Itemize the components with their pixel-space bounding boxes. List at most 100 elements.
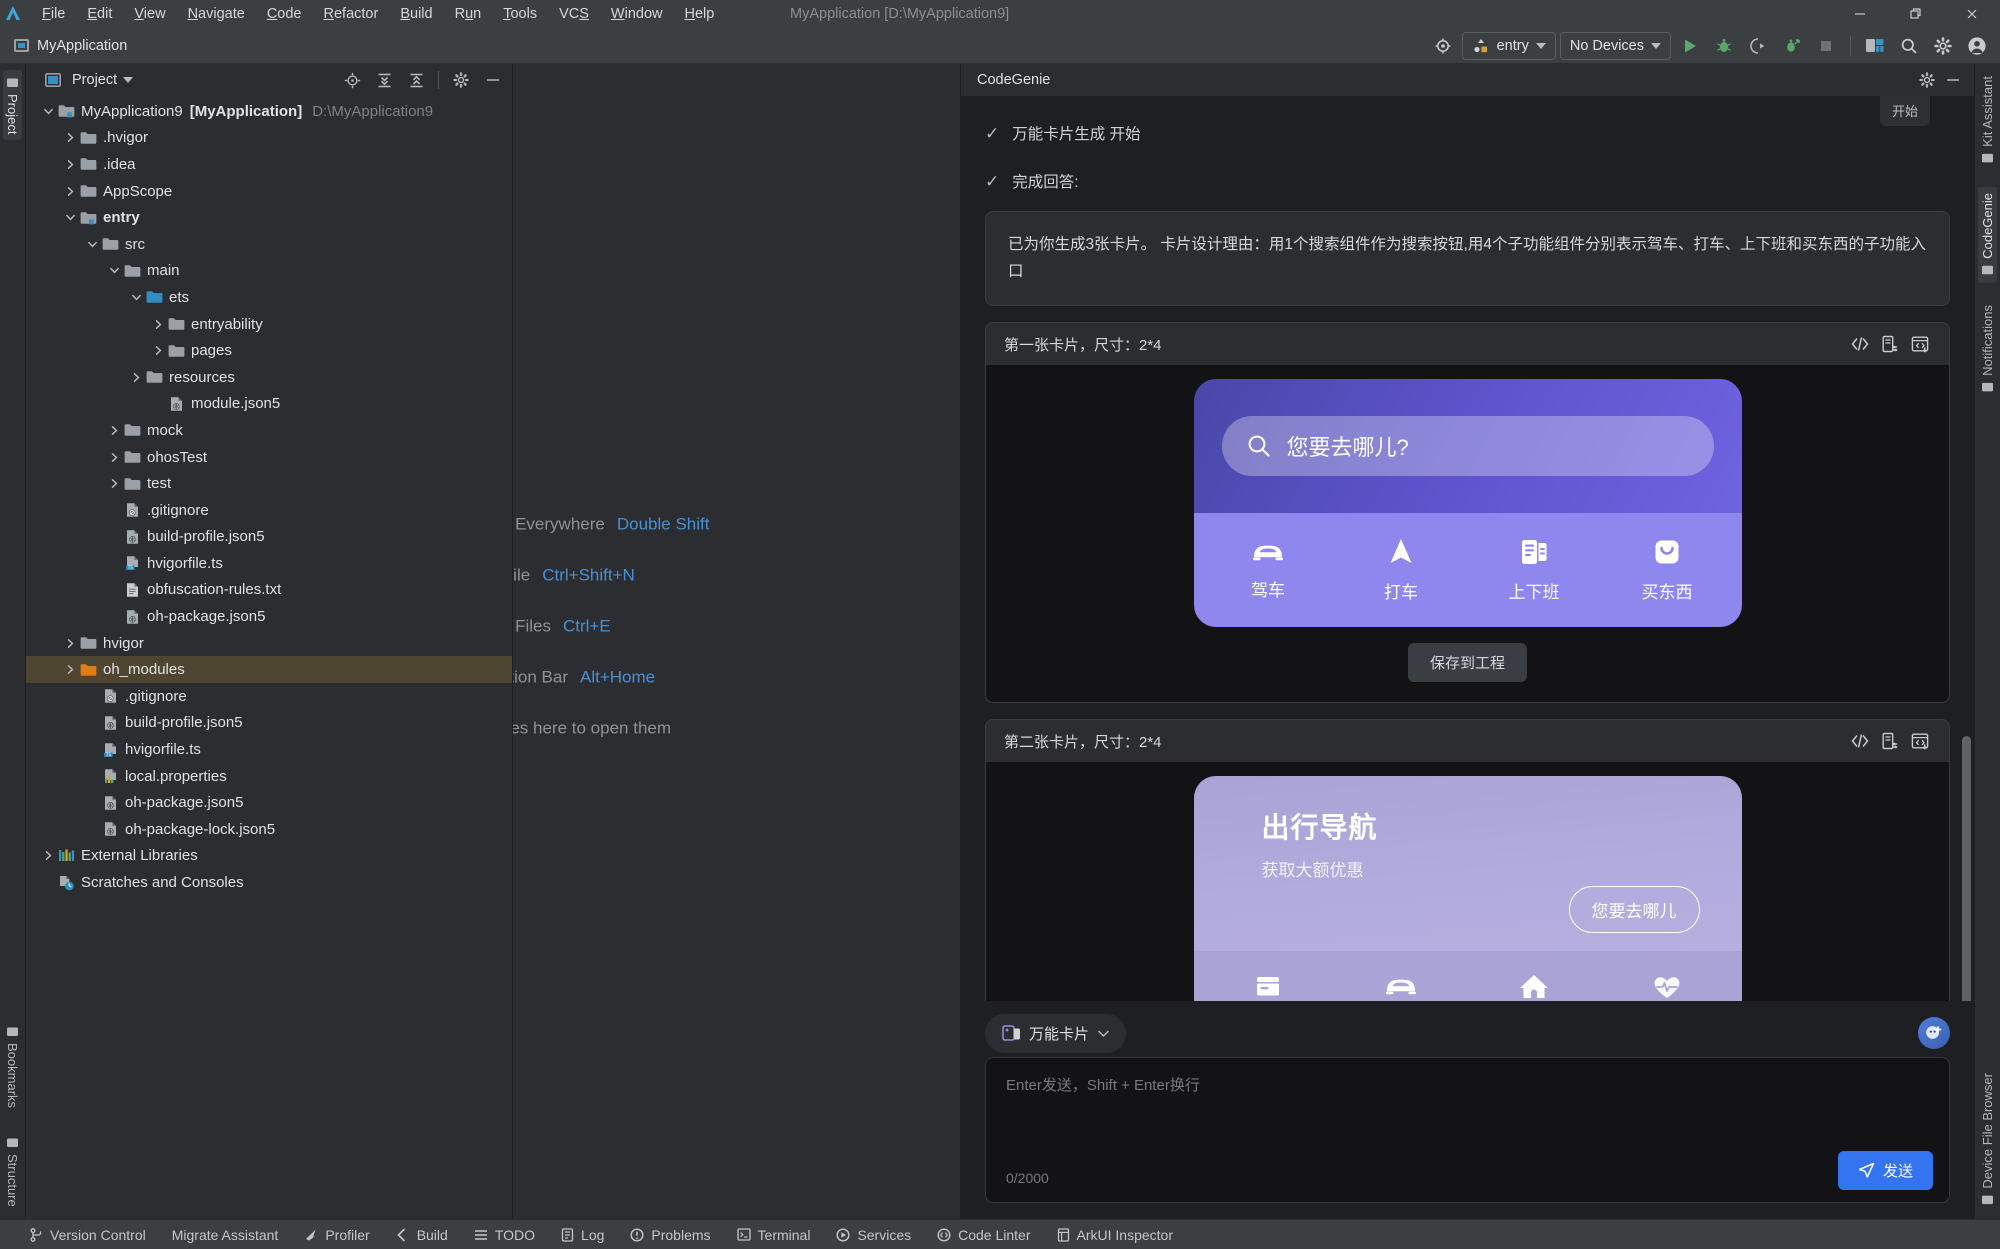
- phone-card-1[interactable]: 您要去哪儿? 驾车 打车: [1194, 379, 1742, 627]
- tree-node-entry[interactable]: entry: [26, 204, 512, 231]
- quick-action-shopping[interactable]: 买东西: [1607, 537, 1727, 603]
- tree-node-hvigor[interactable]: hvigor: [26, 630, 512, 657]
- menu-item-file[interactable]: File: [32, 3, 75, 25]
- tree-node-ohostest[interactable]: ohosTest: [26, 444, 512, 471]
- chevron-down-icon[interactable]: [123, 77, 133, 83]
- quick-action-commute[interactable]: 上下班: [1474, 537, 1594, 603]
- phone-card-2[interactable]: 出行导航 获取大额优惠 您要去哪儿: [1194, 776, 1742, 1001]
- insert-code-icon[interactable]: [1905, 330, 1935, 358]
- tree-node-hvigorfile.ts[interactable]: TShvigorfile.ts: [26, 550, 512, 577]
- chevron-right-icon[interactable]: [40, 848, 56, 864]
- card-config-icon[interactable]: [1875, 330, 1905, 358]
- tree-node-.idea[interactable]: .idea: [26, 151, 512, 178]
- attach-debugger-button[interactable]: [1743, 31, 1773, 61]
- tree-node-scratchesandconsoles[interactable]: Scratches and Consoles: [26, 869, 512, 896]
- tree-node-oh-package-lock.json5[interactable]: {}oh-package-lock.json5: [26, 816, 512, 843]
- tool-window-button-structure[interactable]: Structure: [3, 1130, 22, 1213]
- search-icon[interactable]: [1894, 31, 1924, 61]
- tree-node-oh-package.json5[interactable]: {}oh-package.json5: [26, 603, 512, 630]
- menu-item-navigate[interactable]: Navigate: [178, 3, 255, 25]
- tree-node-mock[interactable]: mock: [26, 417, 512, 444]
- chevron-down-icon[interactable]: [128, 289, 144, 305]
- chevron-right-icon[interactable]: [62, 130, 78, 146]
- target-settings-icon[interactable]: [1428, 31, 1458, 61]
- tool-window-button-bookmarks[interactable]: Bookmarks: [3, 1019, 22, 1114]
- codegenie-hide-icon[interactable]: [1940, 68, 1966, 92]
- tree-node-.hvigor[interactable]: .hvigor: [26, 125, 512, 152]
- card-config-icon[interactable]: [1875, 727, 1905, 755]
- status-bar-item-terminal[interactable]: Terminal: [737, 1227, 811, 1243]
- tool-window-button-kit-assistant[interactable]: Kit Assistant: [1978, 70, 1997, 171]
- tree-node-obfuscation-rules.txt[interactable]: obfuscation-rules.txt: [26, 577, 512, 604]
- menu-item-help[interactable]: Help: [674, 3, 724, 25]
- codegenie-conversation[interactable]: 开始 ✓ 万能卡片生成 开始 ✓ 完成回答: 已为你生成3张卡片。 卡片设计理由…: [961, 96, 1974, 1001]
- status-bar-item-build[interactable]: Build: [396, 1227, 448, 1243]
- chevron-right-icon[interactable]: [106, 476, 122, 492]
- mode-selector[interactable]: 万能卡片: [985, 1014, 1126, 1053]
- tool-window-button-codegenie[interactable]: CodeGenie: [1978, 187, 1997, 283]
- menu-item-refactor[interactable]: Refactor: [314, 3, 389, 25]
- status-bar-item-arkui-inspector[interactable]: ArkUI Inspector: [1057, 1227, 1173, 1243]
- project-settings-gear-icon[interactable]: [448, 68, 474, 92]
- collapse-all-icon[interactable]: [403, 68, 429, 92]
- status-bar-item-services[interactable]: Services: [836, 1227, 911, 1243]
- card2-cta-button[interactable]: 您要去哪儿: [1569, 886, 1700, 933]
- chevron-down-icon[interactable]: [40, 103, 56, 119]
- status-bar-item-profiler[interactable]: Profiler: [304, 1227, 369, 1243]
- minimize-icon[interactable]: [1832, 0, 1888, 28]
- menu-item-code[interactable]: Code: [257, 3, 312, 25]
- tree-node-hvigorfile.ts[interactable]: TShvigorfile.ts: [26, 736, 512, 763]
- quick-action-taxi[interactable]: 打车: [1341, 537, 1461, 603]
- tree-node-src[interactable]: src: [26, 231, 512, 258]
- run-button[interactable]: [1675, 31, 1705, 61]
- codegenie-scrollbar[interactable]: [1962, 736, 1971, 1001]
- device-selector[interactable]: No Devices: [1560, 32, 1671, 60]
- profile-button[interactable]: [1777, 31, 1807, 61]
- assistant-avatar-icon[interactable]: [1918, 1017, 1950, 1049]
- tree-node-.gitignore[interactable]: .gitignore: [26, 497, 512, 524]
- insert-code-icon[interactable]: [1905, 727, 1935, 755]
- chevron-right-icon[interactable]: [150, 343, 166, 359]
- tree-node-module.json5[interactable]: {}module.json5: [26, 391, 512, 418]
- tool-window-button-project[interactable]: Project: [3, 70, 22, 140]
- menu-item-run[interactable]: Run: [445, 3, 492, 25]
- tree-node-local.properties[interactable]: local.properties: [26, 763, 512, 790]
- chevron-right-icon[interactable]: [150, 316, 166, 332]
- tree-node-oh_modules[interactable]: oh_modules: [26, 656, 512, 683]
- project-chip[interactable]: MyApplication: [14, 38, 127, 54]
- tree-node-ets[interactable]: ets: [26, 284, 512, 311]
- tree-node-build-profile.json5[interactable]: {}build-profile.json5: [26, 710, 512, 737]
- chevron-down-icon[interactable]: [84, 236, 100, 252]
- gear-icon[interactable]: [1928, 31, 1958, 61]
- menu-item-tools[interactable]: Tools: [493, 3, 547, 25]
- menu-item-window[interactable]: Window: [601, 3, 673, 25]
- chevron-down-icon[interactable]: [62, 210, 78, 226]
- expand-all-icon[interactable]: [371, 68, 397, 92]
- tree-node-resources[interactable]: resources: [26, 364, 512, 391]
- quick-action-drive[interactable]: 驾车: [1208, 539, 1328, 601]
- tree-node-myapplication9[interactable]: MyApplication9[MyApplication]D:\MyApplic…: [26, 98, 512, 125]
- tree-node-test[interactable]: test: [26, 470, 512, 497]
- view-code-icon[interactable]: [1845, 330, 1875, 358]
- quick-action-home[interactable]: [1474, 972, 1594, 1000]
- chevron-right-icon[interactable]: [62, 156, 78, 172]
- chevron-right-icon[interactable]: [106, 422, 122, 438]
- tree-node-main[interactable]: main: [26, 258, 512, 285]
- close-icon[interactable]: [1944, 0, 2000, 28]
- menu-item-vcs[interactable]: VCS: [549, 3, 599, 25]
- chevron-right-icon[interactable]: [62, 183, 78, 199]
- tree-node-entryability[interactable]: entryability: [26, 311, 512, 338]
- avatar[interactable]: [1962, 31, 1992, 61]
- select-opened-file-icon[interactable]: [339, 68, 365, 92]
- maximize-icon[interactable]: [1888, 0, 1944, 28]
- chevron-right-icon[interactable]: [62, 635, 78, 651]
- tree-node-.gitignore[interactable]: .gitignore: [26, 683, 512, 710]
- view-code-icon[interactable]: [1845, 727, 1875, 755]
- tool-window-button-notifications[interactable]: Notifications: [1978, 299, 1997, 400]
- send-button[interactable]: 发送: [1838, 1151, 1933, 1190]
- tree-node-appscope[interactable]: AppScope: [26, 178, 512, 205]
- hide-tool-window-icon[interactable]: [480, 68, 506, 92]
- menu-item-edit[interactable]: Edit: [77, 3, 122, 25]
- tree-node-pages[interactable]: pages: [26, 337, 512, 364]
- debug-button[interactable]: [1709, 31, 1739, 61]
